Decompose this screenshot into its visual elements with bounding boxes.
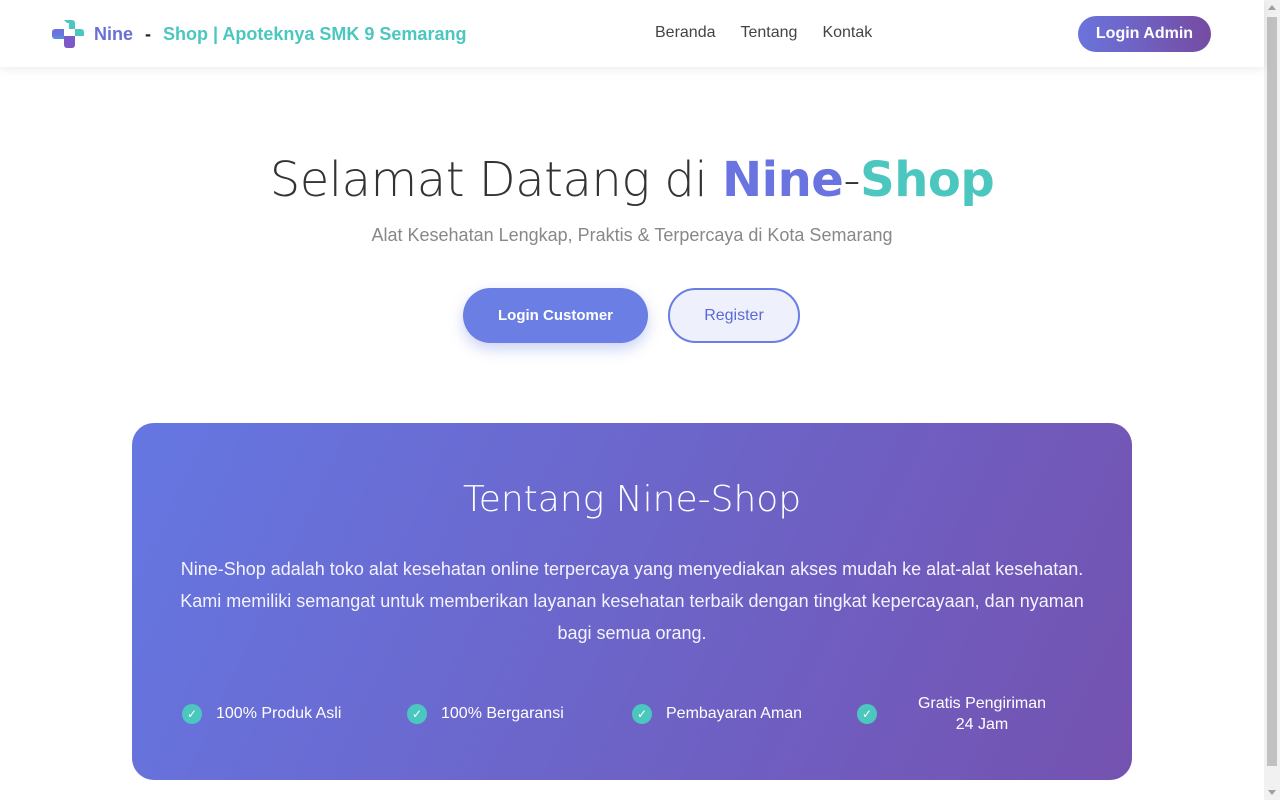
nav-link-kontak[interactable]: Kontak bbox=[822, 24, 872, 42]
login-admin-button[interactable]: Login Admin bbox=[1078, 16, 1211, 52]
about-description: Nine-Shop adalah toko alat kesehatan onl… bbox=[180, 559, 1084, 643]
brand-dash: - bbox=[145, 23, 152, 44]
about-title: Tentang Nine-Shop bbox=[462, 479, 802, 520]
hero-title-prefix: Selamat Datang di bbox=[269, 152, 722, 208]
scroll-up-icon[interactable] bbox=[1268, 5, 1276, 10]
check-icon: ✓ bbox=[407, 704, 427, 724]
feature-label: 100% Bergaransi bbox=[441, 705, 564, 722]
brand-name-shop: Shop | Apoteknya SMK 9 Semarang bbox=[163, 23, 467, 44]
scrollbar[interactable] bbox=[1264, 0, 1280, 800]
nav-link-beranda[interactable]: Beranda bbox=[655, 24, 716, 42]
about-card: Tentang Nine-Shop Nine-Shop adalah toko … bbox=[132, 423, 1132, 780]
nav-links: Beranda Tentang Kontak bbox=[655, 24, 897, 42]
check-icon: ✓ bbox=[857, 704, 877, 724]
feature-item: ✓ 100% Bergaransi bbox=[407, 689, 632, 739]
hero-title: Selamat Datang di Nine-Shop bbox=[0, 152, 1264, 208]
hero-title-shop: Shop bbox=[860, 152, 995, 208]
hero-subtitle: Alat Kesehatan Lengkap, Praktis & Terper… bbox=[371, 225, 893, 245]
hero-title-nine: Nine bbox=[721, 152, 844, 208]
register-button[interactable]: Register bbox=[668, 288, 800, 343]
check-icon: ✓ bbox=[632, 704, 652, 724]
scroll-thumb[interactable] bbox=[1267, 17, 1277, 766]
feature-item: ✓ Gratis Pengiriman 24 Jam bbox=[857, 689, 1082, 739]
hero-title-dash: - bbox=[843, 152, 861, 208]
scroll-down-icon[interactable] bbox=[1268, 790, 1276, 795]
feature-label: 100% Produk Asli bbox=[216, 705, 342, 722]
brand-name-nine: Nine bbox=[94, 23, 134, 44]
cross-logo-icon bbox=[52, 20, 84, 48]
brand[interactable]: Nine - Shop | Apoteknya SMK 9 Semarang bbox=[52, 17, 466, 51]
login-customer-button[interactable]: Login Customer bbox=[463, 288, 648, 343]
feature-label: Pembayaran Aman bbox=[666, 705, 803, 722]
feature-label: Gratis Pengiriman 24 Jam bbox=[917, 695, 1047, 733]
navbar: Nine - Shop | Apoteknya SMK 9 Semarang B… bbox=[0, 0, 1264, 67]
nav-link-tentang[interactable]: Tentang bbox=[741, 24, 798, 42]
feature-item: ✓ 100% Produk Asli bbox=[182, 689, 407, 739]
feature-item: ✓ Pembayaran Aman bbox=[632, 689, 857, 739]
check-icon: ✓ bbox=[182, 704, 202, 724]
feature-list: ✓ 100% Produk Asli ✓ 100% Bergaransi ✓ P… bbox=[182, 689, 1082, 739]
